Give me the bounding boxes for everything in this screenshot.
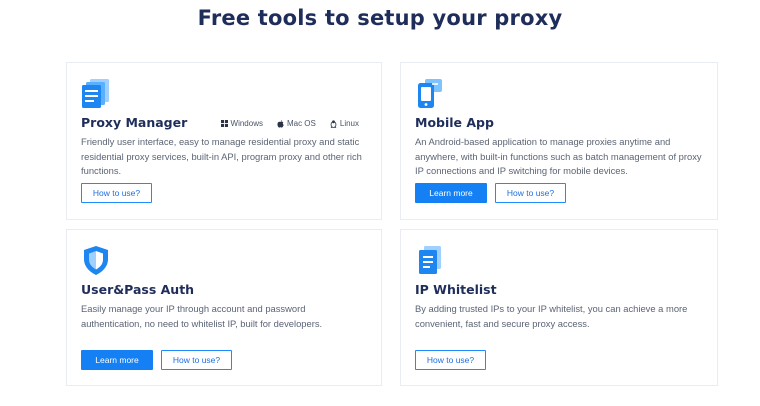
proxy-manager-how-to-use-button[interactable]: How to use? xyxy=(81,183,152,203)
mobile-app-description: An Android-based application to manage p… xyxy=(415,136,702,176)
mobile-app-learn-more-button[interactable]: Learn more xyxy=(415,183,487,203)
user-pass-auth-how-to-use-button[interactable]: How to use? xyxy=(161,350,232,370)
mobile-app-card: Mobile App An Android-based application … xyxy=(400,62,718,220)
os-windows: Windows xyxy=(220,119,263,128)
document-stack-icon xyxy=(82,79,109,108)
user-pass-auth-learn-more-button[interactable]: Learn more xyxy=(81,350,153,370)
proxy-manager-title: Proxy Manager xyxy=(81,115,188,130)
os-windows-label: Windows xyxy=(230,119,263,128)
os-list: Windows Mac OS Linux xyxy=(220,119,359,128)
windows-icon xyxy=(220,120,228,127)
os-linux: Linux xyxy=(330,119,359,128)
os-macos: Mac OS xyxy=(277,119,316,128)
os-macos-label: Mac OS xyxy=(286,119,316,128)
user-pass-auth-title: User&Pass Auth xyxy=(81,282,195,297)
apple-icon xyxy=(277,119,284,128)
user-pass-auth-description: Easily manage your IP through account an… xyxy=(81,303,323,329)
os-linux-label: Linux xyxy=(339,119,359,128)
ip-whitelist-title: IP Whitelist xyxy=(415,282,497,297)
ip-whitelist-card: IP Whitelist By adding trusted IPs to yo… xyxy=(400,229,718,386)
mobile-app-how-to-use-button[interactable]: How to use? xyxy=(495,183,566,203)
mobile-app-title: Mobile App xyxy=(415,115,494,130)
mobile-phone-icon xyxy=(418,79,442,108)
user-pass-auth-card: User&Pass Auth Easily manage your IP thr… xyxy=(66,229,382,386)
linux-icon xyxy=(330,119,337,128)
shield-icon xyxy=(84,246,108,275)
ip-whitelist-description: By adding trusted IPs to your IP whiteli… xyxy=(415,303,688,329)
ip-whitelist-how-to-use-button[interactable]: How to use? xyxy=(415,350,486,370)
proxy-manager-description: Friendly user interface, easy to manage … xyxy=(81,136,362,176)
page-title: Free tools to setup your proxy xyxy=(197,6,563,30)
document-list-icon xyxy=(419,246,441,274)
proxy-manager-card: Proxy Manager Windows Mac OS Linux Frien… xyxy=(66,62,382,220)
